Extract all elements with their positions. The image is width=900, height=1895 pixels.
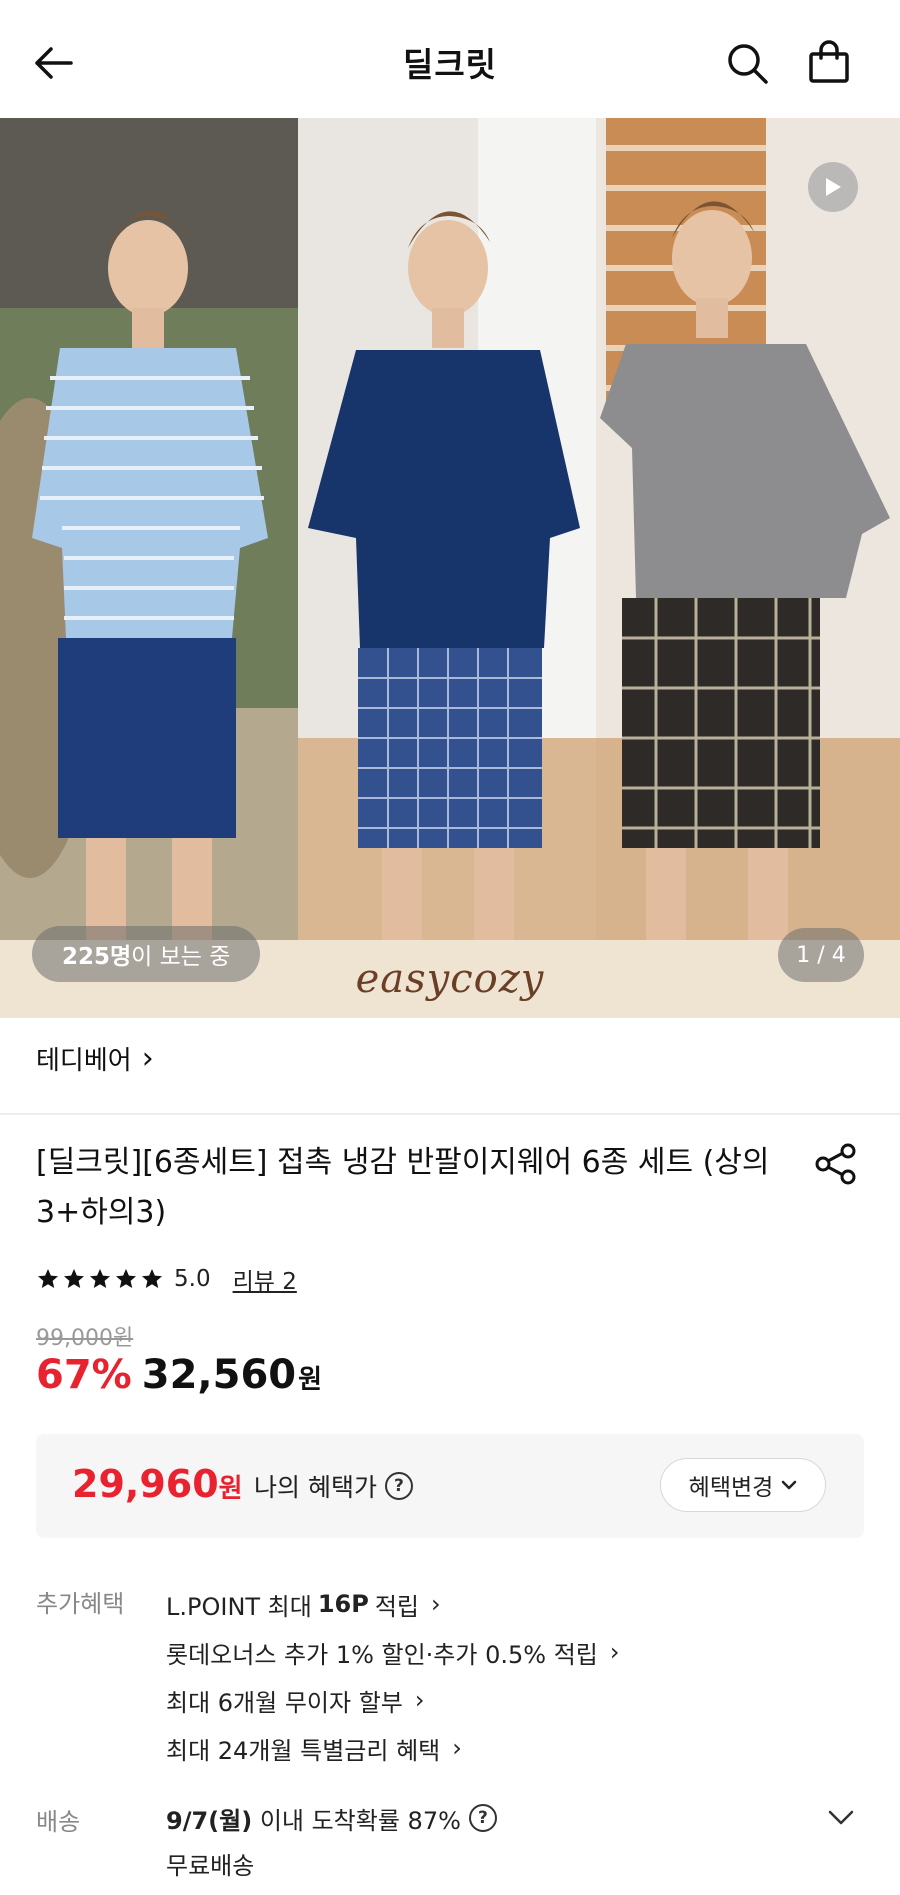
image-pager: 1 / 4 — [778, 928, 864, 982]
price-unit: 원 — [298, 1365, 323, 1395]
shipping-info: 9/7(월) 이내 도착확률 87% ? 무료배송 — [166, 1798, 497, 1881]
help-icon[interactable]: ? — [468, 1804, 497, 1832]
shipping-fee: 무료배송 — [166, 1852, 255, 1880]
help-icon[interactable]: ? — [384, 1472, 413, 1500]
discount-percent: 67% — [36, 1352, 132, 1398]
rating-score: 5.0 — [174, 1266, 211, 1292]
extra-benefits-list: L.POINT 최대 16P 적립 › 롯데오너스 추가 1% 할인·추가 0.… — [166, 1580, 619, 1772]
delivery-date: 9/7(월) — [166, 1806, 253, 1835]
chevron-right-icon: › — [414, 1686, 425, 1714]
star-icon — [116, 1269, 136, 1288]
benefit-label: 나의 혜택가 ? — [254, 1468, 413, 1504]
delivery-probability: 이내 도착확률 87% — [252, 1806, 461, 1835]
delivery-estimate: 9/7(월) 이내 도착확률 87% ? — [166, 1798, 497, 1838]
chevron-down-icon[interactable] — [826, 1806, 856, 1830]
brand-link[interactable]: 테디베어 › — [36, 1040, 154, 1077]
brand-name: 테디베어 — [36, 1046, 132, 1076]
product-photo-1 — [0, 118, 298, 940]
my-benefit-box: 29,960 원 나의 혜택가 ? 혜택변경 — [36, 1434, 864, 1538]
change-benefit-button[interactable]: 혜택변경 — [660, 1458, 826, 1512]
cart-button[interactable] — [804, 36, 854, 88]
benefit-text: L.POINT 최대 — [166, 1592, 312, 1621]
benefit-highlight: 16P — [317, 1590, 369, 1618]
benefit-text: 최대 6개월 무이자 할부 — [166, 1688, 403, 1717]
product-photo-2 — [298, 118, 596, 940]
chevron-right-icon: › — [609, 1638, 620, 1666]
chevron-right-icon: › — [452, 1734, 462, 1762]
chevron-right-icon: › — [431, 1590, 441, 1618]
benefit-text: 롯데오너스 추가 1% 할인·추가 0.5% 적립 — [166, 1640, 598, 1669]
search-icon — [728, 44, 768, 84]
star-icon — [64, 1269, 84, 1288]
star-icon — [90, 1269, 110, 1288]
search-button[interactable] — [722, 38, 772, 88]
shipping-label: 배송 — [36, 1808, 81, 1836]
sale-price-row: 67% 32,560 원 — [36, 1352, 322, 1398]
benefit-price: 29,960 원 — [72, 1462, 243, 1506]
share-button[interactable] — [814, 1142, 858, 1186]
divider — [0, 1113, 900, 1115]
product-title: [딜크릿][6종세트] 접촉 냉감 반팔이지웨어 6종 세트 (상의3+하의3) — [36, 1145, 770, 1230]
extra-benefits-label: 추가혜택 — [36, 1590, 125, 1618]
viewers-count: 225명 — [62, 944, 132, 970]
star-icon — [38, 1269, 58, 1288]
extra-benefit-lotte-owners[interactable]: 롯데오너스 추가 1% 할인·추가 0.5% 적립 › — [166, 1628, 619, 1676]
extra-benefit-installment[interactable]: 최대 6개월 무이자 할부 › — [166, 1676, 619, 1724]
benefit-text: 최대 24개월 특별금리 혜택 — [166, 1736, 441, 1765]
review-link[interactable]: 리뷰 2 — [233, 1262, 297, 1296]
original-price: 99,000원 — [36, 1326, 134, 1351]
chevron-down-icon — [782, 1480, 797, 1490]
share-icon — [815, 1143, 856, 1185]
star-icon — [142, 1269, 162, 1288]
rating-row: 5.0 리뷰 2 — [36, 1262, 297, 1296]
product-image-carousel[interactable]: easycozy 225명 이 보는 중 1 / 4 — [0, 118, 900, 1018]
benefit-price-unit: 원 — [218, 1474, 243, 1504]
play-icon — [826, 178, 841, 196]
benefit-label-text: 나의 혜택가 — [254, 1473, 377, 1502]
change-benefit-label: 혜택변경 — [688, 1475, 774, 1501]
shopping-bag-icon — [809, 40, 849, 83]
benefit-text-suffix: 적립 — [374, 1592, 420, 1621]
easycozy-logo: easycozy — [355, 956, 545, 1002]
play-video-button[interactable] — [808, 162, 858, 212]
benefit-price-amount: 29,960 — [72, 1462, 219, 1506]
extra-benefit-lpoint[interactable]: L.POINT 최대 16P 적립 › — [166, 1580, 619, 1628]
product-photo-3 — [596, 118, 900, 940]
top-app-bar: 딜크릿 — [0, 0, 900, 118]
extra-benefit-special-rate[interactable]: 최대 24개월 특별금리 혜택 › — [166, 1724, 619, 1772]
viewers-suffix: 이 보는 중 — [131, 944, 231, 970]
sale-price: 32,560 — [141, 1352, 297, 1398]
chevron-right-icon: › — [141, 1040, 154, 1076]
viewers-badge: 225명 이 보는 중 — [32, 926, 261, 982]
